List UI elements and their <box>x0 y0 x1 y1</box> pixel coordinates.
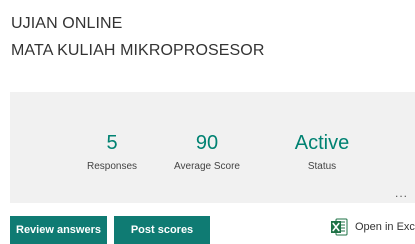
review-answers-button[interactable]: Review answers <box>10 216 107 244</box>
average-score-stat: 90 Average Score <box>162 131 252 174</box>
responses-count: 5 <box>106 132 118 154</box>
open-in-excel-link[interactable]: Open in Excel <box>330 218 415 236</box>
status-stat: Active Status <box>286 131 358 174</box>
form-responses-page: UJIAN ONLINE MATA KULIAH MIKROPROSESOR 5… <box>0 0 415 244</box>
responses-stat: 5 Responses <box>82 131 142 174</box>
summary-panel: 5 Responses 90 Average Score Active Stat… <box>10 92 415 203</box>
page-title: UJIAN ONLINE MATA KULIAH MIKROPROSESOR <box>11 10 265 64</box>
post-scores-button[interactable]: Post scores <box>114 216 210 244</box>
status-label: Status <box>307 161 337 172</box>
open-in-excel-label: Open in Excel <box>355 221 415 233</box>
average-score-label: Average Score <box>174 161 240 172</box>
status-value: Active <box>294 132 350 154</box>
average-score-value: 90 <box>195 132 219 154</box>
title-line-1: UJIAN ONLINE <box>11 15 123 32</box>
more-options-icon[interactable]: ... <box>395 186 408 200</box>
title-line-2: MATA KULIAH MIKROPROSESOR <box>11 42 265 59</box>
excel-icon <box>330 218 348 236</box>
responses-label: Responses <box>86 161 138 172</box>
